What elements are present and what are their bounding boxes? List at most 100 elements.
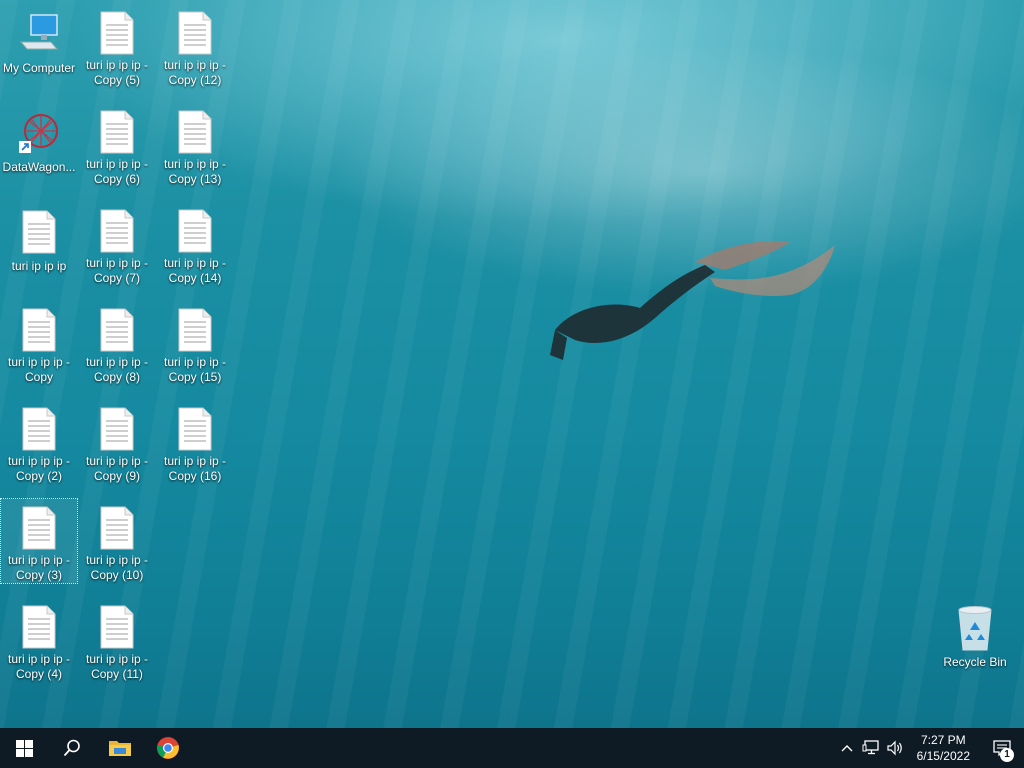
desktop-recycle-bin[interactable]: Recycle Bin	[937, 598, 1013, 682]
desktop-icon-label: Recycle Bin	[943, 655, 1007, 669]
desktop-icon-image	[171, 109, 219, 154]
recycle-bin-icon	[958, 606, 992, 651]
desktop-file-icon[interactable]: turi ip ip ip - Copy (12)	[157, 4, 233, 88]
desktop-file-icon[interactable]: turi ip ip ip - Copy (2)	[1, 400, 77, 484]
desktop-icon-image	[93, 406, 141, 451]
show-hidden-icons-button[interactable]	[835, 728, 859, 768]
desktop-icon-image	[93, 604, 141, 649]
text-file-icon	[22, 605, 56, 648]
system-tray: 7:27 PM 6/15/2022 1	[835, 728, 1024, 768]
desktop-icon-image	[15, 10, 63, 58]
desktop-icon-label: DataWagon...	[2, 160, 76, 174]
desktop-file-icon[interactable]: turi ip ip ip - Copy (13)	[157, 103, 233, 187]
desktop-icon-label: turi ip ip ip - Copy (4)	[7, 652, 71, 681]
desktop-icon-image	[15, 307, 63, 352]
desktop-icon-image	[15, 109, 63, 157]
desktop-icon-label: turi ip ip ip - Copy (3)	[7, 553, 71, 582]
desktop-icon-label: turi ip ip ip - Copy (2)	[7, 454, 71, 483]
desktop-icon-label: My Computer	[2, 61, 76, 75]
desktop-file-icon[interactable]: turi ip ip ip - Copy (16)	[157, 400, 233, 484]
desktop-icon-label: turi ip ip ip - Copy (10)	[85, 553, 149, 582]
desktop-icon-image	[171, 10, 219, 55]
volume-button[interactable]	[883, 728, 907, 768]
desktop-icon-label: turi ip ip ip - Copy (6)	[85, 157, 149, 186]
desktop-file-icon[interactable]: turi ip ip ip - Copy (10)	[79, 499, 155, 583]
desktop-icon-image	[951, 604, 999, 652]
clock[interactable]: 7:27 PM 6/15/2022	[907, 732, 980, 764]
desktop-file-icon[interactable]: turi ip ip ip - Copy (15)	[157, 301, 233, 385]
network-button[interactable]	[859, 728, 883, 768]
desktop-icon-image	[15, 208, 63, 256]
text-file-icon	[178, 407, 212, 450]
text-file-icon	[100, 11, 134, 54]
desktop-icon-image	[171, 208, 219, 253]
text-file-icon	[100, 407, 134, 450]
start-button[interactable]	[0, 728, 48, 768]
desktop-icon-label: turi ip ip ip - Copy (5)	[85, 58, 149, 87]
desktop-file-icon[interactable]: turi ip ip ip - Copy (11)	[79, 598, 155, 682]
desktop-icon-image	[15, 406, 63, 451]
desktop-icon-label: turi ip ip ip	[11, 259, 67, 273]
desktop-file-icon[interactable]: turi ip ip ip - Copy (5)	[79, 4, 155, 88]
desktop-file-icon[interactable]: turi ip ip ip - Copy (3)	[0, 498, 78, 584]
action-center-button[interactable]: 1	[980, 728, 1024, 768]
desktop-icon-image	[93, 10, 141, 55]
datawagon-icon	[19, 114, 58, 153]
desktop-file-icon[interactable]: turi ip ip ip	[1, 202, 77, 286]
desktop-file-icon[interactable]: turi ip ip ip - Copy (6)	[79, 103, 155, 187]
clock-date: 6/15/2022	[916, 749, 970, 763]
text-file-icon	[178, 209, 212, 252]
file-explorer-button[interactable]	[96, 728, 144, 768]
text-file-icon	[100, 110, 134, 153]
desktop-icon-image	[171, 406, 219, 451]
desktop-icon-label: turi ip ip ip - Copy (12)	[163, 58, 227, 87]
text-file-icon	[100, 605, 134, 648]
desktop-file-icon[interactable]: turi ip ip ip - Copy (7)	[79, 202, 155, 286]
text-file-icon	[100, 308, 134, 351]
desktop-icon-image	[93, 208, 141, 253]
notification-count-badge: 1	[1000, 748, 1014, 762]
taskbar: 7:27 PM 6/15/2022 1	[0, 728, 1024, 768]
chevron-up-icon	[841, 745, 853, 752]
text-file-icon	[22, 407, 56, 450]
desktop-icon-label: turi ip ip ip - Copy	[7, 355, 71, 384]
desktop-icon-label: turi ip ip ip - Copy (15)	[163, 355, 227, 384]
desktop-icon-image	[93, 307, 141, 352]
search-icon	[63, 739, 80, 757]
search-button[interactable]	[48, 728, 96, 768]
volume-icon	[887, 740, 902, 756]
desktop-icon-label: turi ip ip ip - Copy (9)	[85, 454, 149, 483]
desktop-icon-label: turi ip ip ip - Copy (8)	[85, 355, 149, 384]
desktop-icon-image	[15, 604, 63, 649]
desktop-icon-label: turi ip ip ip - Copy (7)	[85, 256, 149, 285]
network-icon	[862, 740, 879, 755]
text-file-icon	[178, 110, 212, 153]
file-explorer-icon	[109, 741, 131, 756]
text-file-icon	[100, 506, 134, 549]
desktop-icon-image	[93, 505, 141, 550]
clock-time: 7:27 PM	[920, 733, 966, 747]
text-file-icon	[22, 210, 56, 254]
desktop-icon-image	[15, 505, 63, 550]
text-file-icon	[22, 308, 56, 351]
desktop-file-icon[interactable]: turi ip ip ip - Copy (4)	[1, 598, 77, 682]
desktop-file-icon[interactable]: turi ip ip ip - Copy	[1, 301, 77, 385]
chrome-button[interactable]	[144, 728, 192, 768]
computer-icon	[19, 14, 59, 50]
desktop-icon-label: turi ip ip ip - Copy (14)	[163, 256, 227, 285]
desktop-icon-image	[93, 109, 141, 154]
text-file-icon	[22, 506, 56, 549]
start-icon	[15, 739, 33, 757]
desktop-icon-label: turi ip ip ip - Copy (13)	[163, 157, 227, 186]
desktop-datawagon-shortcut[interactable]: DataWagon...	[1, 103, 77, 187]
desktop-icon-image	[171, 307, 219, 352]
wallpaper-diver	[550, 240, 835, 360]
text-file-icon	[178, 11, 212, 54]
desktop-file-icon[interactable]: turi ip ip ip - Copy (9)	[79, 400, 155, 484]
desktop-my-computer[interactable]: My Computer	[1, 4, 77, 88]
desktop-icon-label: turi ip ip ip - Copy (16)	[163, 454, 227, 483]
text-file-icon	[178, 308, 212, 351]
desktop-file-icon[interactable]: turi ip ip ip - Copy (14)	[157, 202, 233, 286]
chrome-icon	[157, 737, 179, 759]
desktop-file-icon[interactable]: turi ip ip ip - Copy (8)	[79, 301, 155, 385]
